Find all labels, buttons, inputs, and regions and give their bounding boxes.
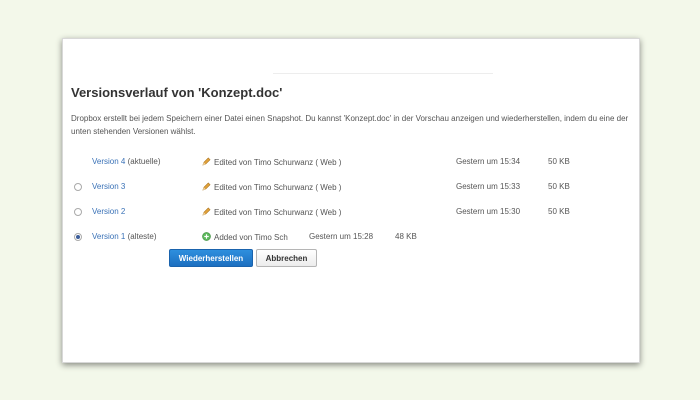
- version-size: 50 KB: [548, 207, 570, 216]
- version-action: Added von Timo Sch: [202, 232, 288, 242]
- version-row: Version 2 Edited von Timo Schurwanz ( We…: [63, 205, 639, 219]
- version-size: 48 KB: [395, 232, 417, 241]
- dialog-title: Versionsverlauf von 'Konzept.doc': [71, 85, 283, 100]
- version-action-text: Edited von Timo Schurwanz ( Web ): [214, 158, 342, 167]
- version-size: 50 KB: [548, 182, 570, 191]
- divider: [273, 73, 493, 74]
- version-radio[interactable]: [74, 233, 82, 241]
- version-action-text: Edited von Timo Schurwanz ( Web ): [214, 208, 342, 217]
- plus-icon: [202, 232, 211, 241]
- version-action-text: Added von Timo Sch: [214, 233, 288, 242]
- version-link[interactable]: Version 3: [92, 182, 125, 191]
- version-size: 50 KB: [548, 157, 570, 166]
- version-action: Edited von Timo Schurwanz ( Web ): [202, 207, 341, 217]
- restore-button[interactable]: Wiederherstellen: [169, 249, 253, 267]
- version-radio[interactable]: [74, 208, 82, 216]
- version-link[interactable]: Version 1 (alteste): [92, 232, 156, 241]
- version-action: Edited von Timo Schurwanz ( Web ): [202, 182, 341, 192]
- pencil-icon: [202, 157, 211, 166]
- version-date: Gestern um 15:28: [309, 232, 374, 241]
- pencil-icon: [202, 182, 211, 191]
- pencil-icon: [202, 207, 211, 216]
- version-suffix: (aktuelle): [125, 157, 161, 166]
- version-link[interactable]: Version 2: [92, 207, 125, 216]
- version-row: Version 4 (aktuelle) Edited von Timo Sch…: [63, 155, 639, 169]
- version-row: Version 3 Edited von Timo Schurwanz ( We…: [63, 180, 639, 194]
- version-action-text: Edited von Timo Schurwanz ( Web ): [214, 183, 342, 192]
- dialog-description: Dropbox erstellt bei jedem Speichern ein…: [71, 114, 629, 136]
- version-history-dialog: Versionsverlauf von 'Konzept.doc' Dropbo…: [62, 38, 640, 363]
- cancel-button[interactable]: Abbrechen: [256, 249, 317, 267]
- version-date: Gestern um 15:34: [456, 157, 521, 166]
- version-radio[interactable]: [74, 183, 82, 191]
- version-action: Edited von Timo Schurwanz ( Web ): [202, 157, 341, 167]
- version-suffix: (alteste): [125, 232, 157, 241]
- version-date: Gestern um 15:33: [456, 182, 521, 191]
- version-row: Version 1 (alteste) Added von Timo Sch G…: [63, 230, 639, 244]
- version-link[interactable]: Version 4 (aktuelle): [92, 157, 160, 166]
- version-date: Gestern um 15:30: [456, 207, 521, 216]
